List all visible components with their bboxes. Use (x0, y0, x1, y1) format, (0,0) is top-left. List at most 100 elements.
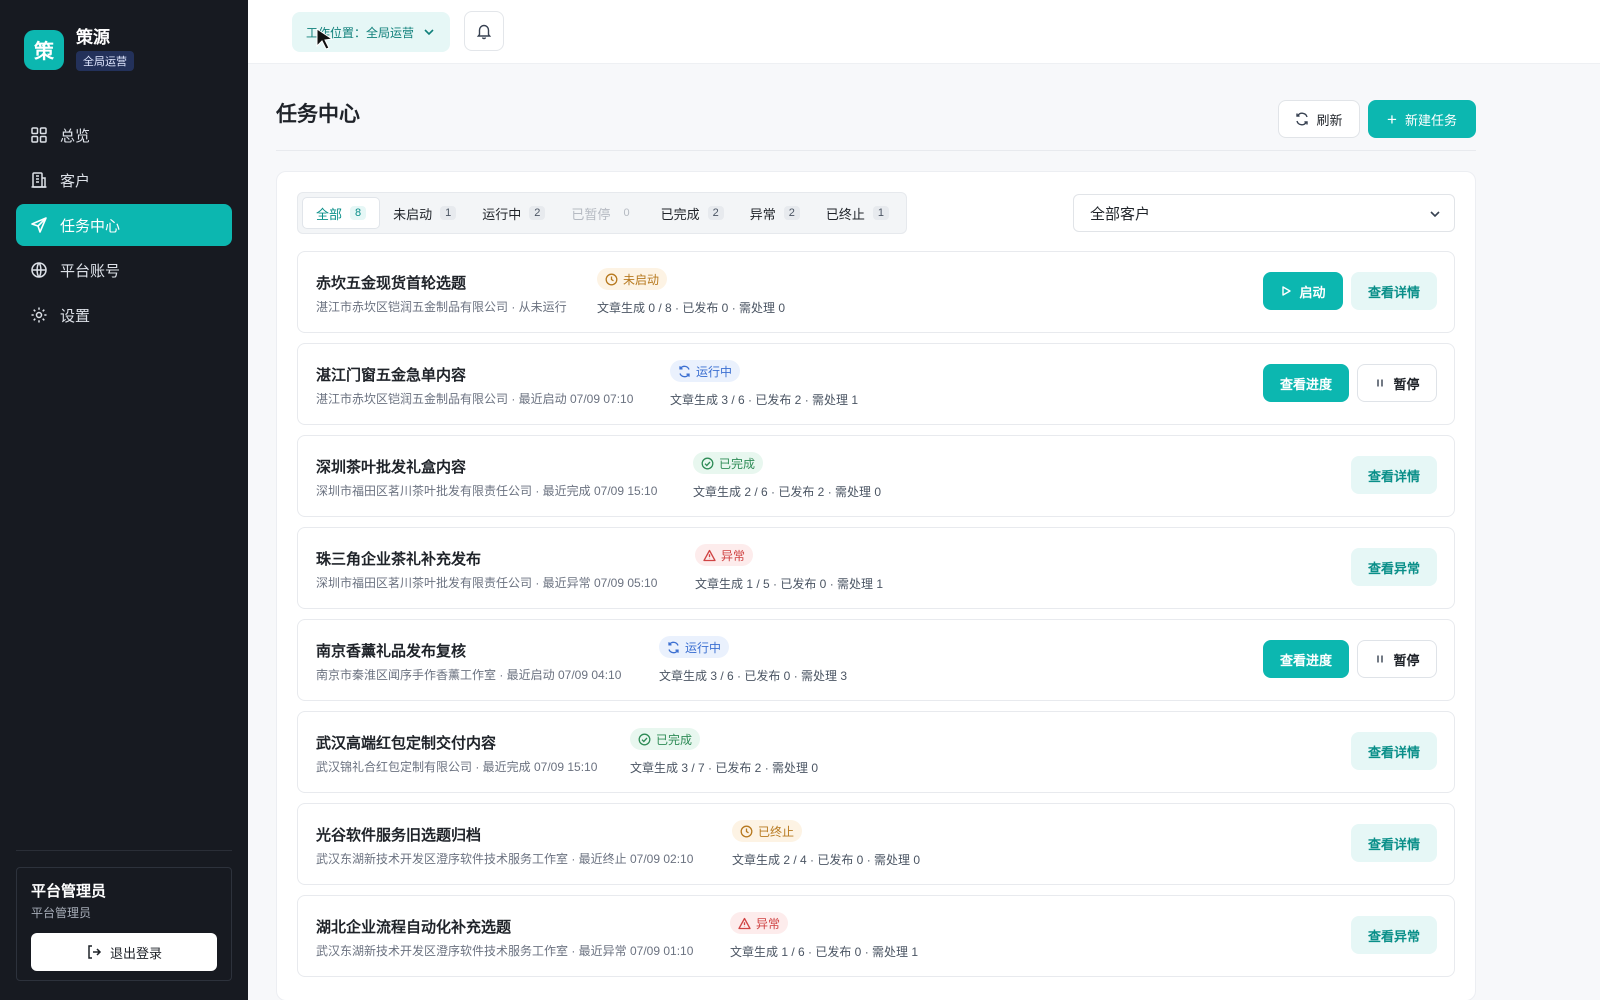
tab-count: 8 (350, 206, 367, 220)
tab-count: 2 (707, 206, 724, 220)
task-subtitle: 南京市秦淮区闻序手作香薰工作室 · 最近启动 07/09 04:10 (316, 668, 622, 682)
sidebar-item-overview[interactable]: 总览 (16, 114, 232, 156)
warning-icon (703, 549, 716, 561)
status-tabs: 全部 8 未启动 1 运行中 2 已暂停 0 已完成 2 异常 2 已终止 1 (297, 192, 907, 234)
sidebar-item-label: 平台账号 (60, 262, 121, 280)
sidebar-nav: 总览 客户 任务中心 平台账号 设置 (16, 114, 232, 339)
status-badge: 已完成 (630, 728, 701, 750)
task-row: 湛江门窗五金急单内容 湛江市赤坎区铠润五金制品有限公司 · 最近启动 07/09… (297, 343, 1455, 425)
sidebar-item-platform-accounts[interactable]: 平台账号 (16, 249, 232, 291)
pause-label: 暂停 (1393, 652, 1420, 668)
sync-icon (679, 365, 690, 377)
tab-count: 1 (440, 206, 457, 220)
sidebar-divider (16, 850, 232, 851)
sidebar-item-label: 设置 (60, 307, 91, 325)
tab-completed[interactable]: 已完成 2 (648, 197, 737, 229)
status-label: 已完成 (719, 456, 756, 471)
tab-paused[interactable]: 已暂停 0 (558, 197, 647, 229)
tab-label: 已终止 (825, 206, 865, 222)
task-title: 光谷软件服务旧选题归档 (316, 827, 482, 844)
warning-icon (738, 917, 751, 929)
task-stats: 文章生成 3 / 6 · 已发布 0 · 需处理 3 (659, 669, 848, 683)
pause-button[interactable]: 暂停 (1357, 640, 1437, 678)
play-icon (1282, 286, 1292, 296)
topbar: 工作位置：全局运营 (248, 0, 1600, 64)
task-title: 南京香薰礼品发布复核 (316, 643, 467, 660)
new-task-button[interactable]: + 新建任务 (1368, 100, 1476, 138)
task-subtitle: 湛江市赤坎区铠润五金制品有限公司 · 从未运行 (316, 300, 567, 314)
status-label: 运行中 (685, 640, 722, 655)
view-errors-button[interactable]: 查看异常 (1351, 548, 1437, 586)
tab-label: 全部 (316, 206, 343, 222)
task-title: 湛江门窗五金急单内容 (316, 367, 467, 384)
task-title: 武汉高端红包定制交付内容 (316, 735, 497, 752)
tab-not-started[interactable]: 未启动 1 (380, 197, 469, 229)
status-label: 未启动 (623, 272, 660, 287)
client-filter-select[interactable]: 全部客户 (1073, 194, 1455, 232)
tab-label: 异常 (749, 206, 776, 222)
refresh-button[interactable]: 刷新 (1278, 100, 1360, 138)
pause-button[interactable]: 暂停 (1357, 364, 1437, 402)
globe-icon (30, 261, 48, 279)
status-label: 异常 (756, 916, 781, 931)
tab-label: 已暂停 (571, 206, 611, 222)
status-label: 异常 (721, 548, 746, 563)
pause-label: 暂停 (1393, 376, 1420, 392)
send-icon (30, 216, 48, 234)
page-title: 任务中心 (276, 103, 360, 126)
task-stats: 文章生成 2 / 6 · 已发布 2 · 需处理 0 (693, 485, 882, 499)
tab-all[interactable]: 全部 8 (302, 197, 381, 229)
status-label: 运行中 (696, 364, 733, 379)
task-row: 赤坎五金现货首轮选题 湛江市赤坎区铠润五金制品有限公司 · 从未运行 未启动 文… (297, 251, 1455, 333)
sidebar-item-label: 任务中心 (60, 217, 121, 235)
chevron-down-icon (424, 29, 434, 36)
start-button[interactable]: 启动 (1263, 272, 1343, 310)
view-details-button[interactable]: 查看详情 (1351, 456, 1437, 494)
view-progress-button[interactable]: 查看进度 (1263, 364, 1349, 402)
tab-running[interactable]: 运行中 2 (469, 197, 558, 229)
brand-name: 策源 (76, 28, 110, 47)
status-label: 已完成 (656, 732, 693, 747)
task-row: 深圳茶叶批发礼盒内容 深圳市福田区茗川茶叶批发有限责任公司 · 最近完成 07/… (297, 435, 1455, 517)
task-stats: 文章生成 2 / 4 · 已发布 0 · 需处理 0 (732, 853, 921, 867)
view-errors-button[interactable]: 查看异常 (1351, 916, 1437, 954)
logout-icon (88, 945, 102, 959)
tab-terminated[interactable]: 已终止 1 (813, 197, 902, 229)
task-subtitle: 深圳市福田区茗川茶叶批发有限责任公司 · 最近完成 07/09 15:10 (316, 484, 658, 498)
sidebar-item-task-center[interactable]: 任务中心 (16, 204, 232, 246)
notifications-button[interactable] (464, 11, 504, 51)
brand: 策 策源 全局运营 (24, 28, 134, 71)
tab-error[interactable]: 异常 2 (737, 197, 813, 229)
refresh-icon (1296, 112, 1309, 126)
sidebar: 策 策源 全局运营 总览 客户 任务中心 平台账号 设置 平台管理员 平台管理员… (0, 0, 248, 1000)
tab-label: 运行中 (482, 206, 522, 222)
sidebar-item-settings[interactable]: 设置 (16, 294, 232, 336)
gear-icon (30, 306, 48, 324)
user-card: 平台管理员 平台管理员 退出登录 (16, 867, 232, 981)
view-details-button[interactable]: 查看详情 (1351, 272, 1437, 310)
task-title: 赤坎五金现货首轮选题 (316, 275, 467, 292)
task-stats: 文章生成 0 / 8 · 已发布 0 · 需处理 0 (597, 301, 786, 315)
sidebar-item-label: 总览 (60, 127, 91, 145)
user-name: 平台管理员 (31, 883, 107, 900)
status-badge: 已完成 (693, 452, 764, 474)
plus-icon: + (1387, 109, 1397, 129)
status-badge: 运行中 (670, 360, 741, 382)
task-panel: 全部 8 未启动 1 运行中 2 已暂停 0 已完成 2 异常 2 已终止 1 全部客户 赤坎… (276, 171, 1476, 1000)
task-row: 湖北企业流程自动化补充选题 武汉东湖新技术开发区澄序软件技术服务工作室 · 最近… (297, 895, 1455, 977)
pause-icon (1377, 655, 1384, 663)
tab-count: 2 (783, 206, 800, 220)
clock-icon (605, 273, 618, 285)
status-badge: 运行中 (659, 636, 730, 658)
view-details-button[interactable]: 查看详情 (1351, 732, 1437, 770)
start-label: 启动 (1299, 284, 1326, 300)
task-stats: 文章生成 3 / 6 · 已发布 2 · 需处理 1 (670, 393, 859, 407)
task-title: 湖北企业流程自动化补充选题 (316, 919, 512, 936)
task-subtitle: 武汉东湖新技术开发区澄序软件技术服务工作室 · 最近异常 07/09 01:10 (316, 944, 694, 958)
view-progress-button[interactable]: 查看进度 (1263, 640, 1349, 678)
task-title: 珠三角企业茶礼补充发布 (316, 551, 482, 568)
clock-icon (740, 825, 753, 837)
view-details-button[interactable]: 查看详情 (1351, 824, 1437, 862)
logout-button[interactable]: 退出登录 (31, 933, 217, 971)
sidebar-item-clients[interactable]: 客户 (16, 159, 232, 201)
